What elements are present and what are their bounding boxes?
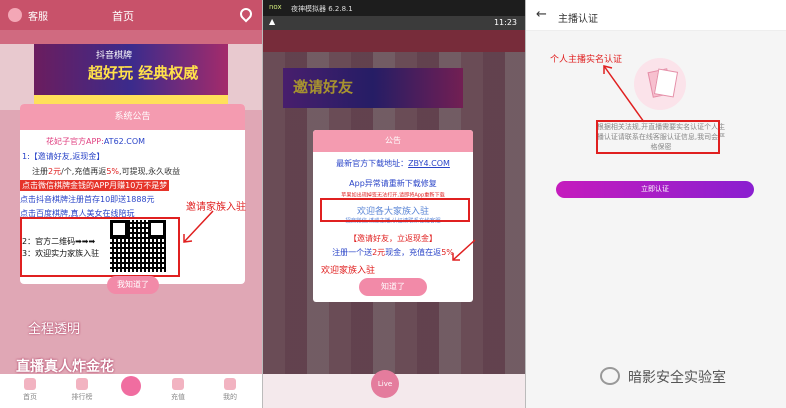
dialog-header: 公告 [313, 130, 473, 152]
site-label: 花妃子官方APP: [46, 137, 104, 146]
site-line: 花妃子官方APP:AT62.COM [46, 136, 145, 147]
app-logo-icon [8, 8, 22, 22]
ok-button[interactable]: 知道了 [359, 278, 427, 296]
nav-home[interactable]: 首页 [10, 378, 50, 402]
clock: 11:23 [493, 18, 517, 27]
location-icon[interactable] [237, 5, 255, 23]
banner-brand: 抖音棋牌 [96, 51, 133, 61]
download-url[interactable]: ZBY4.COM [408, 159, 450, 168]
page-title: 主播认证 [558, 14, 598, 25]
download-line: 最新官方下载地址：ZBY4.COM [336, 159, 450, 168]
watermark-text: 暗影安全实验室 [628, 370, 726, 386]
bottom-nav: Live [263, 370, 525, 408]
fix-title: App异常请重新下载修复 [349, 179, 437, 188]
screenshot-panel-3: ← 主播认证 个人主播实名认证 根据相关法规,开直播需要实名认证个人主播认证请联… [526, 0, 786, 408]
annotation-label: 欢迎家族入驻 [321, 266, 376, 276]
ok-button[interactable]: 我知道了 [107, 276, 159, 294]
ranking-icon [76, 378, 88, 390]
watermark: 暗影安全实验室 [600, 364, 780, 388]
stream-caption-bottom: 直播真人炸金花 [16, 359, 114, 375]
verify-now-button[interactable]: 立即认证 [556, 181, 754, 198]
nav-mine[interactable]: 我的 [210, 378, 250, 402]
wechat-icon [600, 367, 620, 385]
warning-icon: ▲ [269, 17, 276, 26]
profile-icon [224, 378, 236, 390]
annotation-arrow-icon [452, 239, 476, 261]
banner-slogan: 超好玩 经典权威 [88, 64, 199, 82]
app-top-bar: 客服 首页 [0, 0, 262, 30]
home-icon [24, 378, 36, 390]
emulator-name: 夜神模拟器 6.2.8.1 [291, 5, 353, 13]
emulator-title-bar: nox 夜神模拟器 6.2.8.1 [263, 0, 525, 16]
page-header: ← 主播认证 [526, 0, 786, 31]
live-center-button[interactable] [121, 376, 141, 396]
back-arrow-icon[interactable]: ← [536, 7, 547, 22]
annotation-arrow-icon [183, 210, 214, 243]
screenshot-panel-2: nox 夜神模拟器 6.2.8.1 ▲ 11:23 邀请好友 Live 公告 最… [263, 0, 525, 408]
service-link[interactable]: 客服 [28, 8, 48, 23]
highlight-box [320, 198, 470, 222]
recharge-icon [172, 378, 184, 390]
wechat-link[interactable]: 点击微信棋牌金钱的APP月赚10万不是梦 [20, 180, 170, 191]
dialog-header: 系统公告 [20, 104, 245, 130]
highlight-box [596, 120, 720, 154]
android-status-bar: ▲ 11:23 [263, 16, 525, 30]
nav-ranking[interactable]: 排行榜 [62, 378, 102, 402]
page-title: 首页 [112, 10, 134, 23]
douyin-link[interactable]: 点击抖音棋牌注册首存10即送1888元 [20, 194, 155, 205]
site-url[interactable]: AT62.COM [104, 137, 145, 146]
emulator-logo: nox [269, 3, 282, 11]
screenshot-panel-1: 客服 首页 抖音棋牌 超好玩 经典权威 全程透明 直播真人炸金花 首页 排行榜 … [0, 0, 262, 408]
category-tabs[interactable] [0, 30, 262, 44]
invite-desc: 注册2元/个,充值再返5%,可提现,永久收益 [32, 167, 181, 176]
stream-caption: 全程透明 [28, 322, 81, 337]
nav-recharge[interactable]: 充值 [158, 378, 198, 402]
live-center-button[interactable]: Live [371, 370, 399, 398]
highlight-box [20, 217, 180, 277]
invite-title: 1:【邀请好友,返现金】 [22, 152, 105, 161]
